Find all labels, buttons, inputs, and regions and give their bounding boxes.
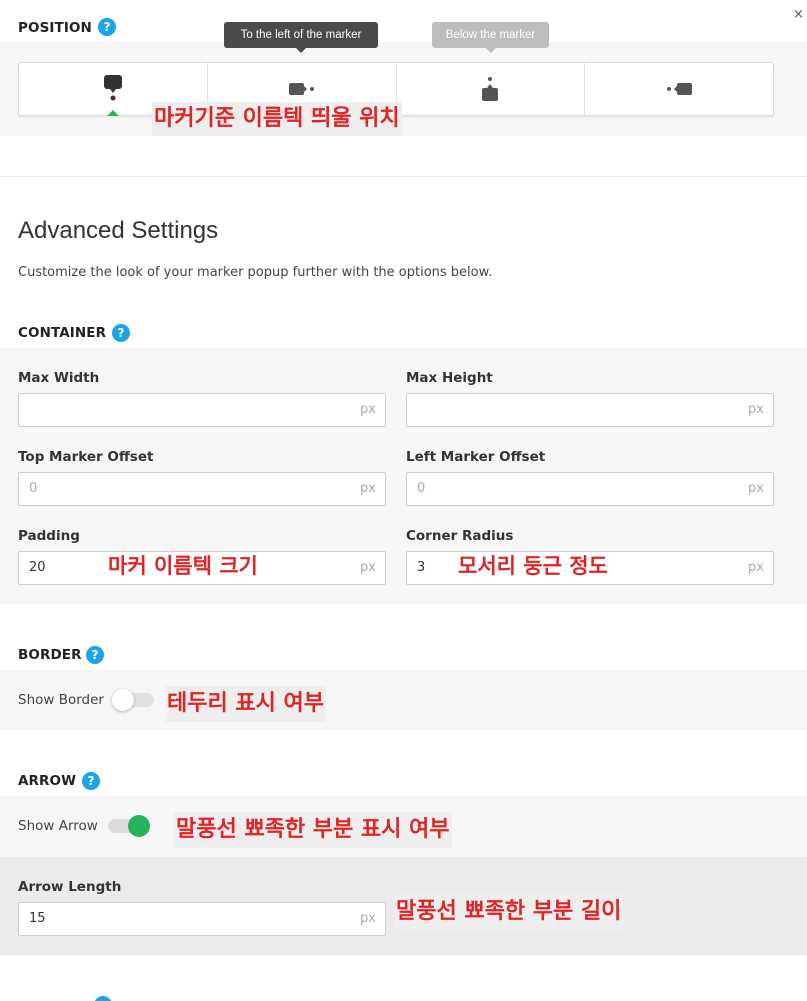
unit-label: px [360,560,376,575]
max-width-label: Max Width [18,370,100,386]
top-offset-placeholder: 0 [29,481,38,496]
top-offset-input[interactable]: 0 px [18,472,386,506]
active-tab-indicator [106,110,119,116]
border-help-icon[interactable]: ? [86,646,104,664]
corner-radius-annotation: 모서리 둥근 정도 [458,554,608,578]
tooltip-left-of-marker: To the left of the marker [224,22,378,48]
padding-label: Padding [18,528,80,544]
arrow-length-label: Arrow Length [18,879,122,895]
next-section-help-icon[interactable] [94,996,112,1001]
unit-label: px [748,481,764,496]
tooltip-pointer [486,48,496,53]
position-tab-below[interactable] [397,63,586,115]
arrow-heading: ARROW [18,773,77,789]
arrow-annotation: 말풍선 뾰족한 부분 표시 여부 [174,812,452,848]
border-annotation: 테두리 표시 여부 [165,686,326,722]
arrow-length-input[interactable]: 15 px [18,902,386,936]
left-offset-placeholder: 0 [417,481,426,496]
position-tab-right[interactable] [585,63,773,115]
max-width-input[interactable]: px [18,393,386,427]
popup-below-icon [482,77,499,101]
position-heading: POSITION [18,20,92,36]
advanced-settings-description: Customize the look of your marker popup … [18,265,493,280]
arrow-length-annotation: 말풍선 뾰족한 부분 길이 [394,894,624,930]
max-height-input[interactable]: px [406,393,774,427]
show-border-toggle[interactable] [112,689,154,711]
position-help-icon[interactable]: ? [98,18,116,36]
unit-label: px [360,402,376,417]
unit-label: px [748,402,764,417]
tooltip-pointer [296,48,306,53]
popup-right-icon [667,83,693,95]
close-icon[interactable]: × [793,8,804,22]
container-help-icon[interactable]: ? [112,324,130,342]
unit-label: px [360,911,376,926]
popup-left-icon [288,83,314,95]
show-arrow-label: Show Arrow [18,818,98,834]
container-heading: CONTAINER [18,325,107,341]
show-border-label: Show Border [18,692,104,708]
toggle-knob [128,815,150,837]
top-offset-label: Top Marker Offset [18,449,154,465]
position-annotation: 마커기준 이름텍 띄울 위치 [152,102,402,136]
padding-value: 20 [29,560,46,575]
arrow-help-icon[interactable]: ? [82,772,100,790]
unit-label: px [360,481,376,496]
divider [0,176,807,177]
arrow-length-value: 15 [29,911,46,926]
unit-label: px [748,560,764,575]
corner-radius-label: Corner Radius [406,528,514,544]
padding-annotation: 마커 이름텍 크기 [108,554,258,578]
popup-above-icon [103,75,122,101]
show-arrow-toggle[interactable] [108,815,150,837]
left-offset-label: Left Marker Offset [406,449,546,465]
max-height-label: Max Height [406,370,493,386]
advanced-settings-title: Advanced Settings [18,217,219,244]
left-offset-input[interactable]: 0 px [406,472,774,506]
corner-radius-value: 3 [417,560,426,575]
toggle-knob [112,689,134,711]
border-heading: BORDER [18,647,82,663]
tooltip-below-marker: Below the marker [432,22,549,48]
